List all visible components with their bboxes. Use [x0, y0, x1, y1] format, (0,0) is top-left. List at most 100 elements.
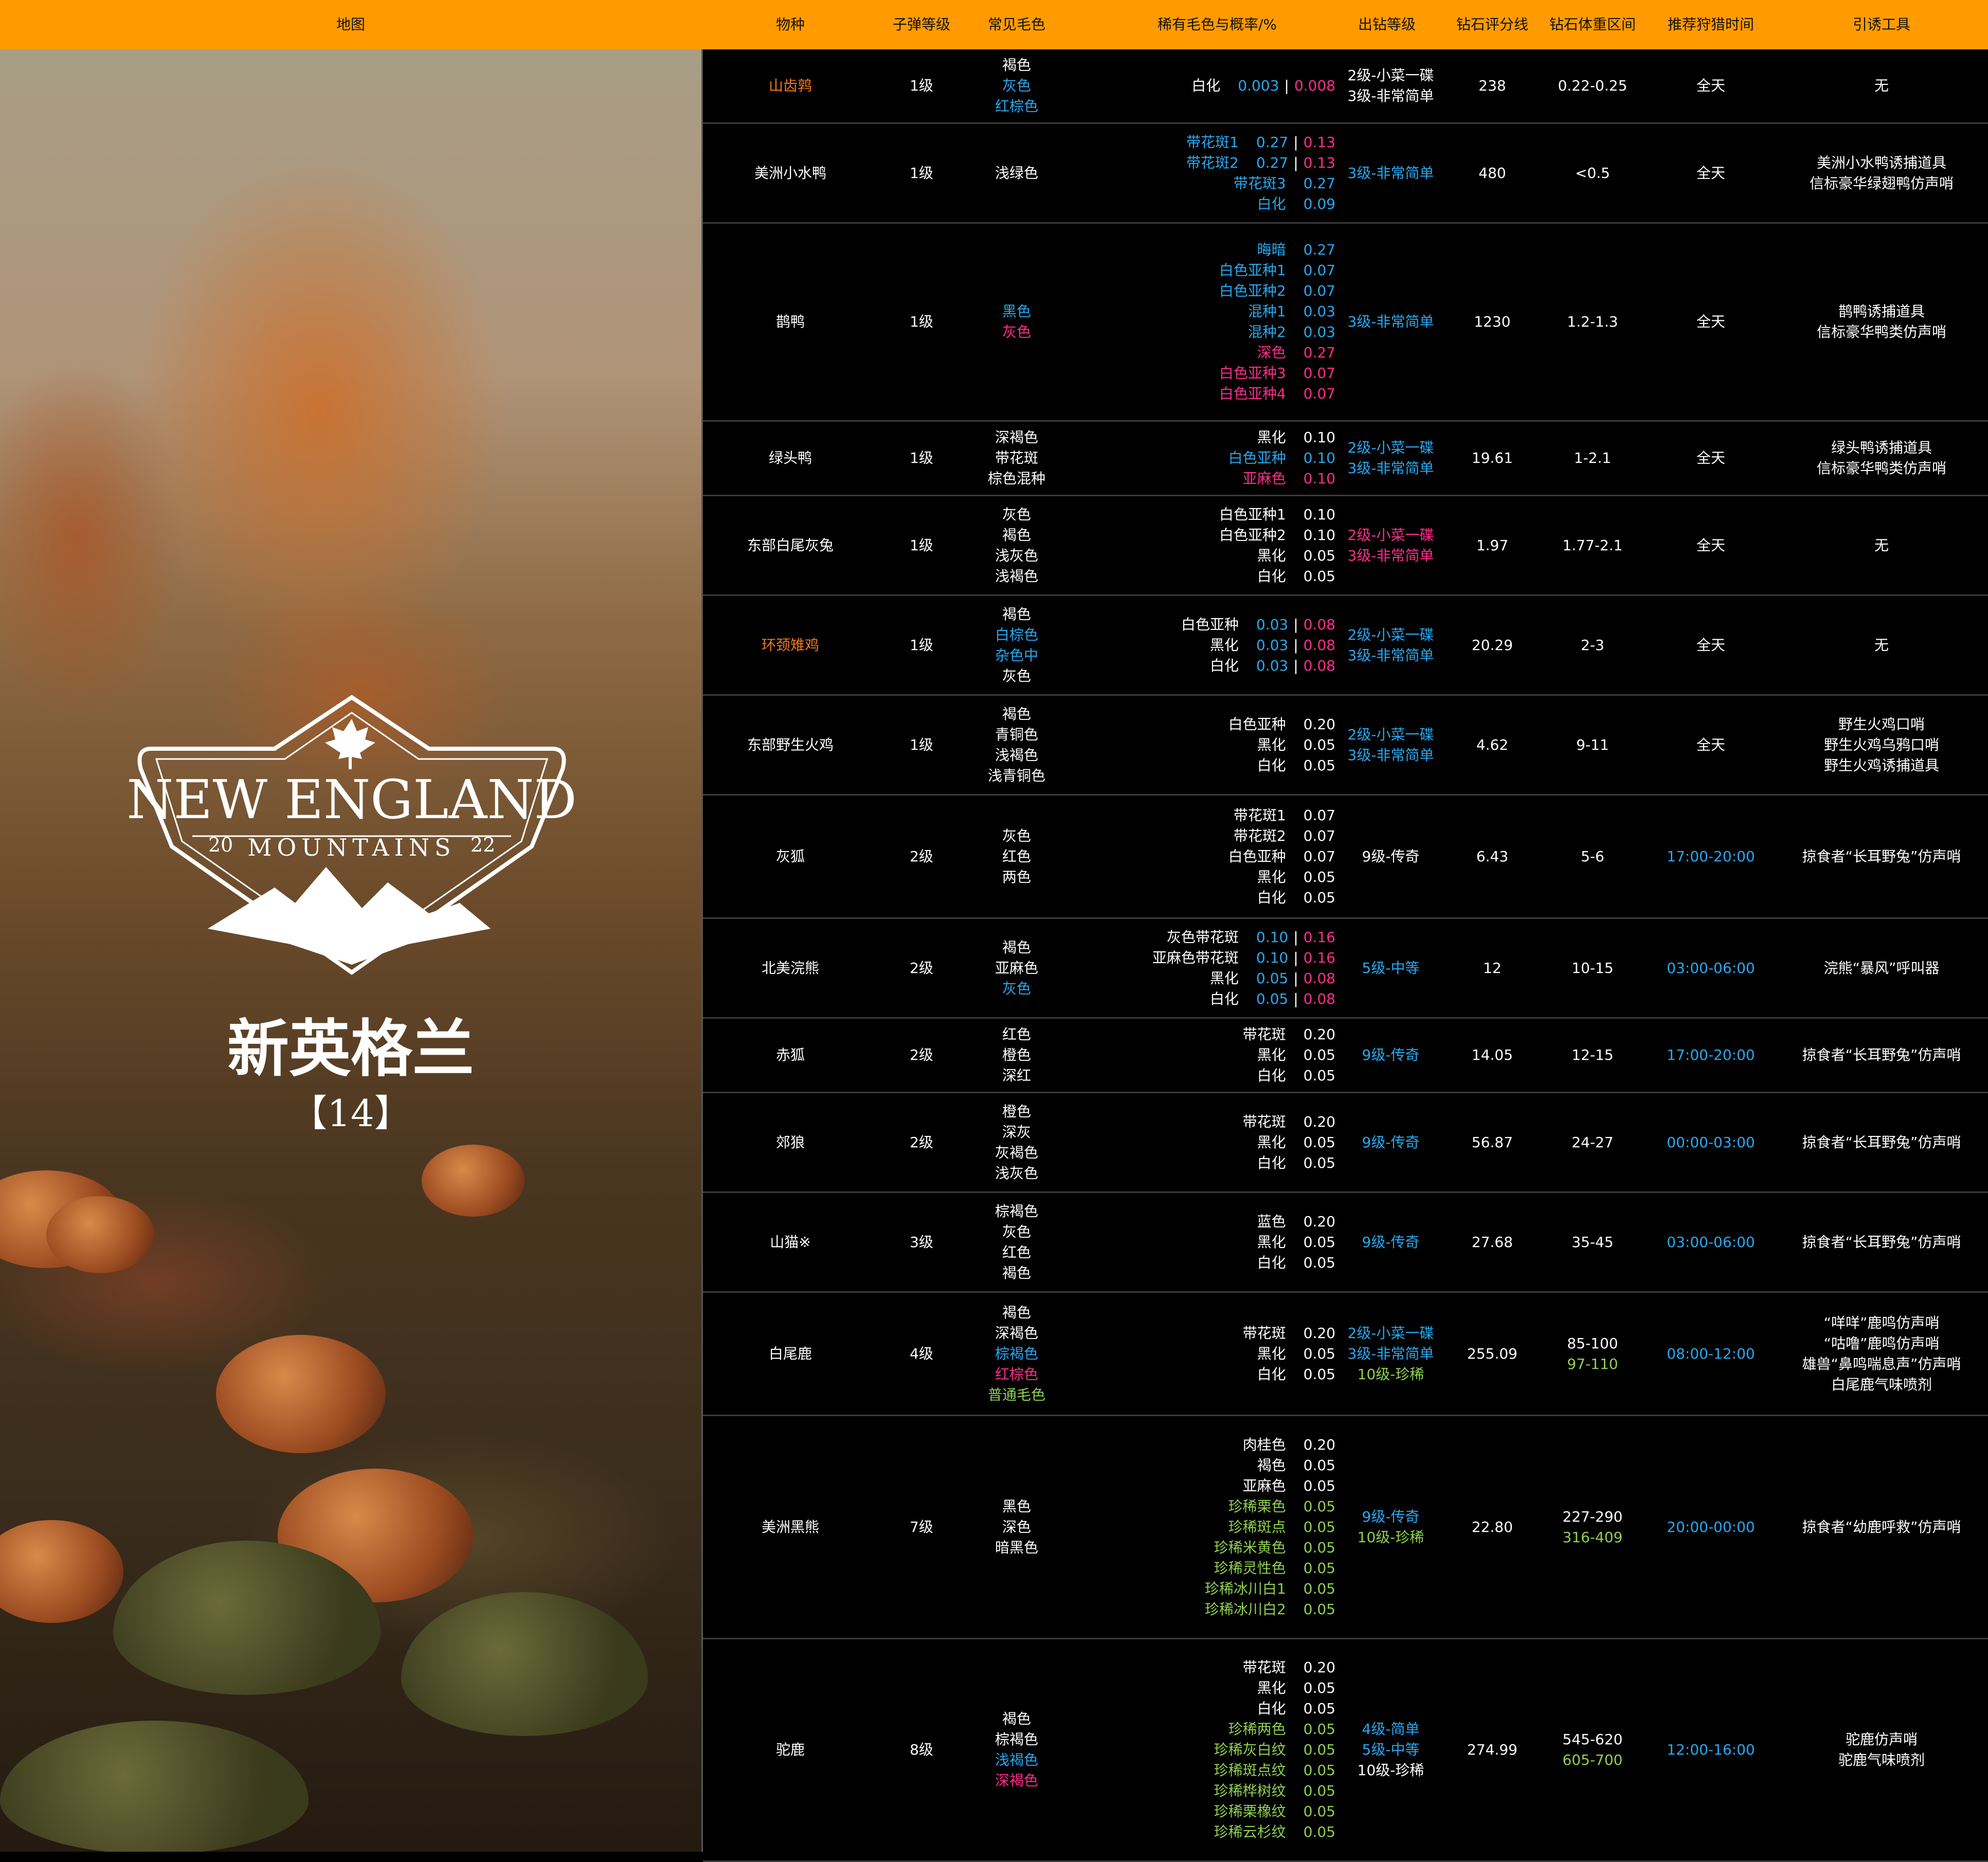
rare-color-entry: 黑化 0.05 — [1037, 546, 1335, 566]
species-name: 东部野生火鸡 — [747, 736, 834, 753]
rare-color-entry: 带花斑1 0.27 | 0.13 — [1037, 132, 1335, 153]
separator: | — [1293, 657, 1298, 674]
ammo-grade: 1级 — [910, 164, 933, 182]
diamond-level-cell: 2级-小菜一碟 3级-非常简单 — [1335, 596, 1446, 694]
diamond-score: 1230 — [1474, 313, 1511, 330]
rare-colors-cell: 带花斑 0.20 黑化 0.05 白化 0.05 — [1037, 1293, 1335, 1415]
rare-color-probability: 0.20 — [1304, 1112, 1335, 1132]
lure-cell: 无 — [1775, 596, 1988, 694]
probability-value: 0.05 — [1303, 1762, 1335, 1779]
rare-color-probability: 0.03 | 0.08 — [1256, 635, 1335, 656]
diamond-level: 9级-传奇 — [1362, 847, 1420, 865]
diamond-score-cell: 6.43 — [1446, 796, 1539, 917]
hunt-time-cell: 17:00-20:00 — [1647, 796, 1775, 917]
lure-tool: 雄兽“鼻鸣喘息声”仿声哨 — [1802, 1355, 1961, 1372]
probability-value: 0.05 — [1303, 1365, 1335, 1383]
species-cell: 山齿鹑 — [703, 49, 878, 122]
header-diamond-score: 钻石评分线 — [1456, 16, 1528, 33]
pumpkin-shape — [0, 1520, 123, 1623]
rare-color-entry: 亚麻色带花斑 0.10 | 0.16 — [1037, 948, 1335, 968]
lure-cell: 驼鹿仿声哨 驼鹿气味喷剂 — [1775, 1639, 1988, 1860]
map-image-panel: NEW ENGLAND 20 MOUNTAINS 22 新英格兰 【14】 — [0, 49, 701, 1852]
lure-cell: 无 — [1775, 496, 1988, 594]
probability-value: 0.05 — [1256, 990, 1289, 1007]
hunt-time: 全天 — [1696, 636, 1725, 654]
diamond-score-cell: 1.97 — [1446, 496, 1539, 594]
rare-color-entry: 珍稀栗色 0.05 — [1037, 1496, 1335, 1517]
common-color: 白棕色 — [995, 626, 1038, 643]
hunt-time: 17:00-20:00 — [1667, 847, 1755, 865]
table-row: 东部野生火鸡 1级 褐色 青铜色 浅褐色 浅青铜色 白色亚种 0.20 黑化 0.05 白化 0.05… — [703, 696, 1988, 796]
lure-tool: 掠食者“长耳野兔”仿声哨 — [1802, 847, 1961, 865]
table-header: 地图 物种 子弹等级 常见毛色 稀有毛色与概率/% 出钻等级 钻石评分线 钻石体… — [0, 0, 1988, 49]
rare-color-probability: 0.05 — [1304, 1781, 1335, 1801]
probability-value: 0.05 — [1256, 969, 1289, 987]
diamond-level: 3级-非常简单 — [1347, 460, 1434, 477]
rare-color-probability: 0.003 | 0.008 — [1238, 76, 1335, 96]
species-cell: 美洲小水鸭 — [703, 124, 878, 222]
diamond-level: 9级-传奇 — [1362, 1233, 1420, 1251]
rare-color-probability: 0.05 — [1304, 1065, 1335, 1086]
lure-cell: “咩咩”鹿鸣仿声哨 “咕噜”鹿鸣仿声哨 雄兽“鼻鸣喘息声”仿声哨 白尾鹿气味喷剂 — [1775, 1293, 1988, 1415]
species-cell: 东部白尾灰兔 — [703, 496, 878, 594]
rare-color-entry: 黑化 0.05 — [1037, 867, 1335, 888]
probability-value: 0.07 — [1303, 385, 1335, 402]
diamond-level-cell: 3级-非常简单 — [1335, 124, 1446, 222]
table-row: 赤狐 2级 红色 橙色 深红 带花斑 0.20 黑化 0.05 白化 0.05 9级-传奇 14.05 1… — [703, 1019, 1988, 1093]
header-lure: 引诱工具 — [1852, 16, 1910, 33]
probability-value: 0.16 — [1303, 949, 1335, 966]
probability-value: 0.05 — [1303, 1518, 1335, 1535]
leaf-shape — [0, 1721, 309, 1852]
rare-color-entry: 白色亚种2 0.10 — [1037, 525, 1335, 546]
diamond-level-cell: 3级-非常简单 — [1335, 224, 1446, 420]
rare-color-probability: 0.07 — [1304, 363, 1335, 384]
table-row: 山猫※ 3级 棕褐色 灰色 红色 褐色 蓝色 0.20 黑化 0.05 白化 0.05 9级-传奇 27.… — [703, 1193, 1988, 1293]
rare-color-name: 黑化 — [1257, 547, 1286, 564]
common-color: 黑色 — [1002, 1497, 1031, 1515]
diamond-weight: 12-15 — [1571, 1046, 1614, 1063]
species-name: 东部白尾灰兔 — [747, 536, 834, 554]
common-color: 带花斑 — [995, 449, 1038, 466]
common-color: 褐色 — [1002, 1710, 1031, 1727]
diamond-score-cell: 238 — [1446, 49, 1539, 122]
rare-color-name: 白色亚种2 — [1219, 282, 1286, 299]
rare-color-entry: 带花斑 0.20 — [1037, 1112, 1335, 1132]
separator: | — [1293, 616, 1298, 633]
diamond-score: 56.87 — [1471, 1133, 1513, 1151]
rare-color-entry: 黑化 0.05 — [1037, 1678, 1335, 1698]
common-color: 红棕色 — [995, 1365, 1038, 1383]
diamond-level-cell: 9级-传奇 10级-珍稀 — [1335, 1416, 1446, 1638]
diamond-level: 3级-非常简单 — [1347, 313, 1434, 330]
probability-value: 0.08 — [1303, 657, 1335, 674]
rare-color-name: 带花斑1 — [1233, 806, 1286, 824]
diamond-level: 4级-简单 — [1362, 1721, 1420, 1738]
probability-value: 0.05 — [1303, 1580, 1335, 1597]
rare-color-name: 白化 — [1209, 657, 1239, 674]
rare-color-name: 深色 — [1257, 344, 1286, 361]
diamond-level: 2级-小菜一碟 — [1347, 439, 1434, 456]
hunt-time: 全天 — [1696, 536, 1725, 554]
probability-value: 0.05 — [1303, 1133, 1335, 1151]
diamond-weight-cell: 9-11 — [1539, 696, 1647, 794]
leaf-shape — [401, 1592, 648, 1736]
probability-value: 0.27 — [1256, 154, 1289, 171]
diamond-score-cell: 480 — [1446, 124, 1539, 222]
common-color: 褐色 — [1002, 605, 1031, 623]
diamond-weight-cell: 227-290 316-409 — [1539, 1416, 1647, 1638]
region-name: 新英格兰 — [227, 1013, 474, 1085]
lure-tool: 绿头鸭诱捕道具 — [1831, 439, 1932, 456]
diamond-weight-cell: <0.5 — [1539, 124, 1647, 222]
rare-color-entry: 黑化 0.05 — [1037, 1344, 1335, 1364]
rare-color-entry: 珍稀栗橡纹 0.05 — [1037, 1801, 1335, 1822]
rare-color-entry: 白化 0.03 | 0.08 — [1037, 656, 1335, 676]
probability-value: 0.07 — [1303, 365, 1335, 382]
ammo-cell: 7级 — [878, 1416, 965, 1638]
rare-color-probability: 0.10 — [1304, 504, 1335, 525]
rare-colors-cell: 带花斑 0.20 黑化 0.05 白化 0.05 — [1037, 1019, 1335, 1092]
hunt-time: 08:00-12:00 — [1667, 1345, 1755, 1362]
rare-color-entry: 珍稀云杉纹 0.05 — [1037, 1822, 1335, 1842]
common-color: 浅褐色 — [995, 746, 1038, 764]
probability-value: 0.003 — [1238, 77, 1279, 94]
rare-color-name: 白色亚种 — [1228, 715, 1286, 733]
rare-color-entry: 黑化 0.05 | 0.08 — [1037, 968, 1335, 989]
